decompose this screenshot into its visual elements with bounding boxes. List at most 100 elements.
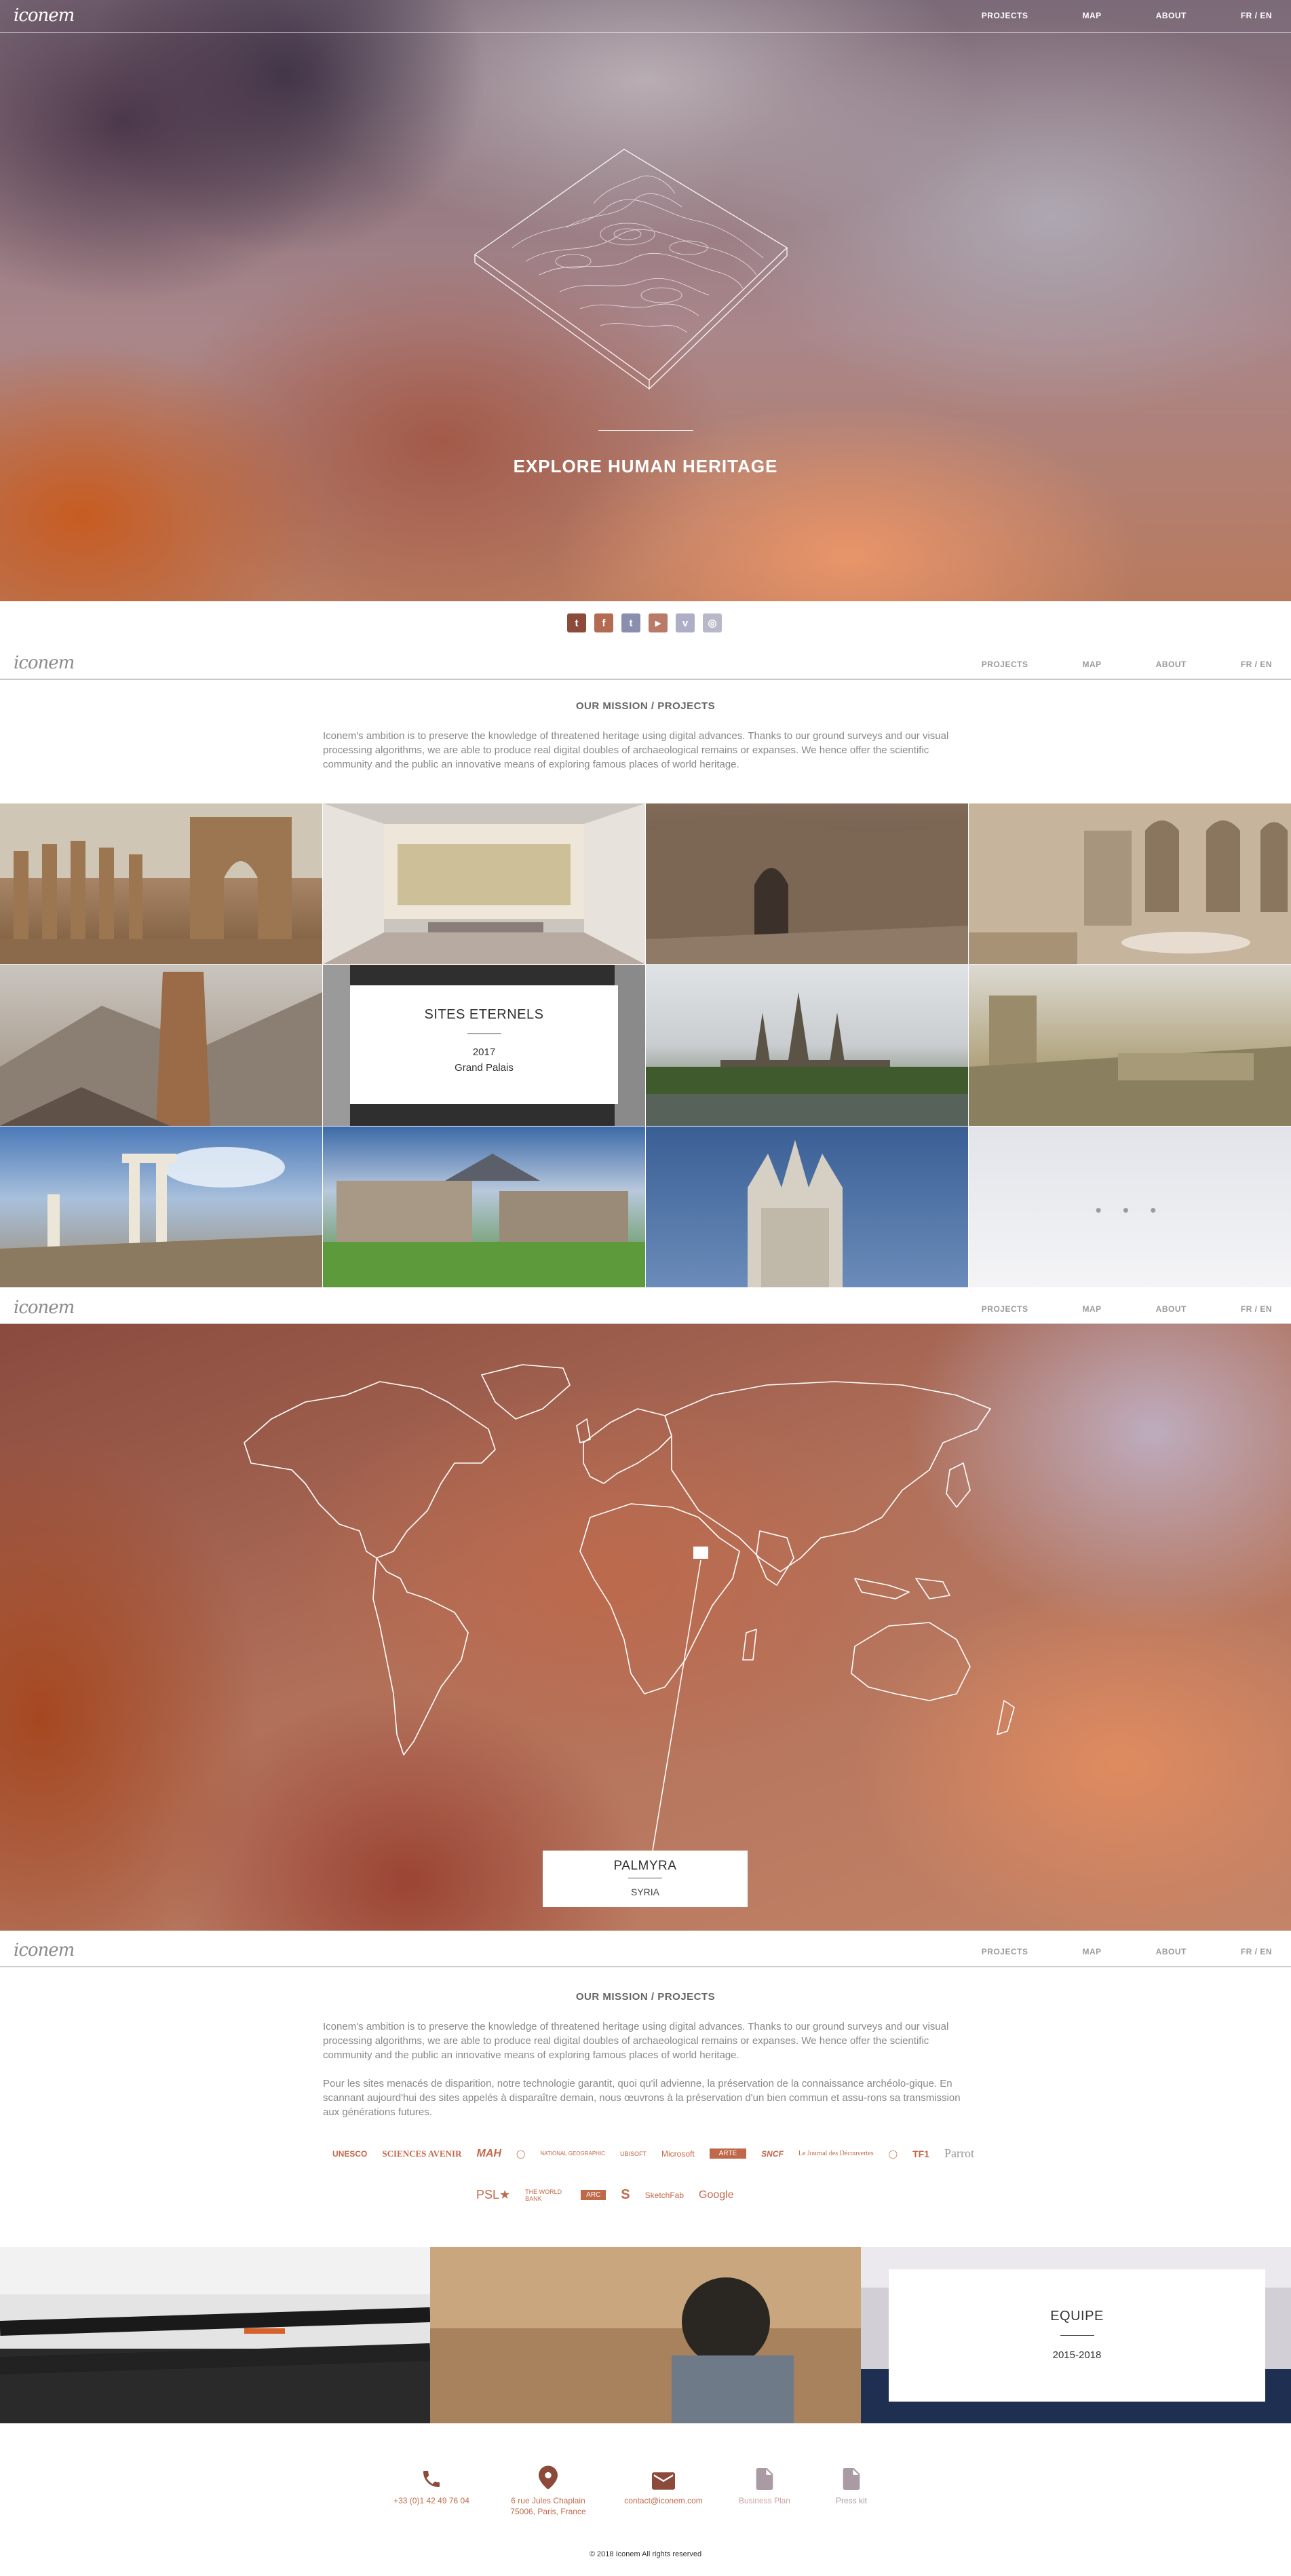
youtube-icon[interactable]: ▶ (649, 613, 668, 632)
featured-project-card[interactable]: SITES ETERNELS 2017 Grand Palais (350, 985, 618, 1104)
courtyard-image (969, 803, 1291, 964)
nav-map[interactable]: MAP (1082, 1947, 1101, 1956)
location-name: PALMYRA (613, 1859, 677, 1873)
footer-press-kit[interactable]: Press kit (801, 2463, 902, 2506)
footer-email[interactable]: contact@iconem.com (613, 2463, 714, 2506)
partner-logo-sciences-avenir[interactable]: SCIENCES AVENIR (382, 2148, 461, 2159)
phone-icon (423, 2471, 440, 2487)
mission-text: Iconem's ambition is to preserve the kno… (323, 2021, 949, 2061)
partner-logo-ubisoft[interactable]: UBISOFT (620, 2151, 647, 2157)
terrain-emblem-icon (474, 149, 788, 390)
partner-logo-sketchfab[interactable]: SketchFab (645, 2191, 684, 2200)
project-tile-angkor[interactable] (646, 965, 968, 1126)
hero-section: iconem PROJECTS MAP ABOUT FR / EN EXPLOR… (0, 0, 1291, 601)
more-dots-icon: • • • (1095, 1200, 1165, 1220)
logo[interactable]: iconem (14, 653, 75, 673)
section-title: OUR MISSION / PROJECTS (575, 700, 716, 712)
nav-projects[interactable]: PROJECTS (982, 1947, 1028, 1956)
nav-language[interactable]: FR / EN (1241, 11, 1272, 20)
partner-logo-national-geographic[interactable]: NATIONAL GEOGRAPHIC (540, 2151, 605, 2157)
logo[interactable]: iconem (14, 5, 75, 26)
partner-logo-psl[interactable]: PSL★ (476, 2188, 510, 2202)
columns-image (0, 1147, 322, 1287)
top-nav: iconem PROJECTS MAP ABOUT FR / EN (0, 0, 1291, 33)
nav-about[interactable]: ABOUT (1156, 11, 1187, 20)
partner-logo-unesco[interactable]: UNESCO (332, 2149, 367, 2159)
mission-section: OUR MISSION / PROJECTS Iconem's ambition… (0, 680, 1291, 803)
nav-map[interactable]: MAP (1082, 11, 1101, 20)
nav-projects[interactable]: PROJECTS (982, 1304, 1028, 1314)
sticky-nav: iconem PROJECTS MAP ABOUT FR / EN (0, 643, 1291, 680)
partner-row: UNESCO SCIENCES AVENIR MAH ◯ NATIONAL GE… (332, 2146, 989, 2161)
nav-about[interactable]: ABOUT (1156, 1304, 1187, 1314)
partner-logo-circle[interactable]: ◯ (516, 2149, 525, 2159)
marker-connector (652, 1559, 701, 1851)
partner-logo-arc[interactable]: ARC (581, 2190, 606, 2200)
mission-text-fr: Pour les sites menacés de disparition, n… (323, 2078, 961, 2118)
vimeo-icon[interactable]: v (676, 613, 695, 632)
partner-logo-s[interactable]: S (621, 2187, 630, 2203)
nav-divider (0, 32, 1291, 33)
partner-logo-sncf[interactable]: SNCF (761, 2149, 784, 2159)
tumblr-icon[interactable]: t (567, 613, 586, 632)
nav-divider (0, 1966, 1291, 1967)
instagram-icon[interactable]: ◎ (703, 613, 722, 632)
project-tile-minaret-jam[interactable] (0, 965, 322, 1126)
twitter-icon[interactable]: t (621, 613, 640, 632)
footer-phone[interactable]: +33 (0)1 42 49 76 04 (381, 2463, 482, 2506)
facebook-icon[interactable]: f (594, 613, 613, 632)
project-tile-pompeii[interactable] (323, 1126, 645, 1287)
project-tile-mosque-courtyard[interactable] (969, 803, 1291, 964)
partner-logo-tf1[interactable]: TF1 (912, 2148, 929, 2159)
nav-map[interactable]: MAP (1082, 1304, 1101, 1314)
logo[interactable]: iconem (14, 1940, 75, 1961)
project-tile-bamiyan[interactable] (646, 803, 968, 964)
project-tile-ruined-fort[interactable] (969, 965, 1291, 1126)
nav-language[interactable]: FR / EN (1241, 1947, 1272, 1956)
nav-projects[interactable]: PROJECTS (982, 11, 1028, 20)
nav-map[interactable]: MAP (1082, 660, 1101, 669)
featured-year: 2017 (472, 1046, 496, 1058)
nav-language[interactable]: FR / EN (1241, 1304, 1272, 1314)
nav-menu: PROJECTS MAP ABOUT FR / EN (927, 1304, 1272, 1314)
partner-logo-journal[interactable]: Le Journal des Découvertes (798, 2150, 874, 2157)
featured-title: SITES ETERNELS (424, 1007, 544, 1022)
nav-menu: PROJECTS MAP ABOUT FR / EN (927, 1947, 1272, 1956)
project-tile-exhibition-room[interactable] (323, 803, 645, 964)
about-section: OUR MISSION / PROJECTS Iconem's ambition… (0, 1968, 1291, 2246)
nav-about[interactable]: ABOUT (1156, 660, 1187, 669)
sticky-nav: iconem PROJECTS MAP ABOUT FR / EN (0, 1288, 1291, 1325)
more-projects-tile[interactable]: • • • (969, 1126, 1291, 1287)
address-line-2: 75006, Paris, France (510, 2507, 586, 2516)
project-tile-greek-temple[interactable] (0, 1126, 322, 1287)
team-title: EQUIPE (1050, 2309, 1104, 2324)
nav-language[interactable]: FR / EN (1241, 660, 1272, 669)
project-tile-gothic-tower[interactable] (646, 1126, 968, 1287)
nav-about[interactable]: ABOUT (1156, 1947, 1187, 1956)
ruins-image (0, 803, 322, 964)
pompeii-image (323, 1154, 645, 1287)
project-tile-palmyra-arch[interactable] (0, 803, 322, 964)
address-line-1: 6 rue Jules Chaplain (511, 2496, 585, 2505)
location-card[interactable]: PALMYRA SYRIA (543, 1851, 748, 1907)
project-tile-sites-eternels[interactable]: SITES ETERNELS 2017 Grand Palais (323, 965, 645, 1126)
footer: +33 (0)1 42 49 76 04 6 rue Jules Chaplai… (0, 2423, 1291, 2576)
partner-logo-arte[interactable]: ARTE (709, 2148, 747, 2159)
partner-logo-google[interactable]: Google (699, 2189, 734, 2201)
nav-menu: PROJECTS MAP ABOUT FR / EN (927, 11, 1272, 20)
team-divider (1060, 2335, 1094, 2336)
logo[interactable]: iconem (14, 1298, 75, 1318)
nav-menu: PROJECTS MAP ABOUT FR / EN (927, 660, 1272, 669)
partner-logo-mah[interactable]: MAH (477, 2148, 501, 2160)
team-card[interactable]: EQUIPE 2015-2018 (889, 2269, 1265, 2402)
partner-logo-parrot[interactable]: Parrot (944, 2146, 974, 2161)
partner-logo-microsoft[interactable]: Microsoft (661, 2149, 695, 2159)
footer-address[interactable]: 6 rue Jules Chaplain 75006, Paris, France (497, 2463, 599, 2517)
hero-divider (598, 430, 693, 431)
partner-logo-emblem[interactable]: ◯ (889, 2149, 898, 2159)
partner-logo-world-bank[interactable]: THE WORLD BANK (525, 2189, 566, 2202)
mission-text: Iconem's ambition is to preserve the kno… (323, 730, 949, 770)
nav-projects[interactable]: PROJECTS (982, 660, 1028, 669)
project-grid: SITES ETERNELS 2017 Grand Palais • • • (0, 803, 1291, 1288)
temple-image (646, 992, 968, 1126)
